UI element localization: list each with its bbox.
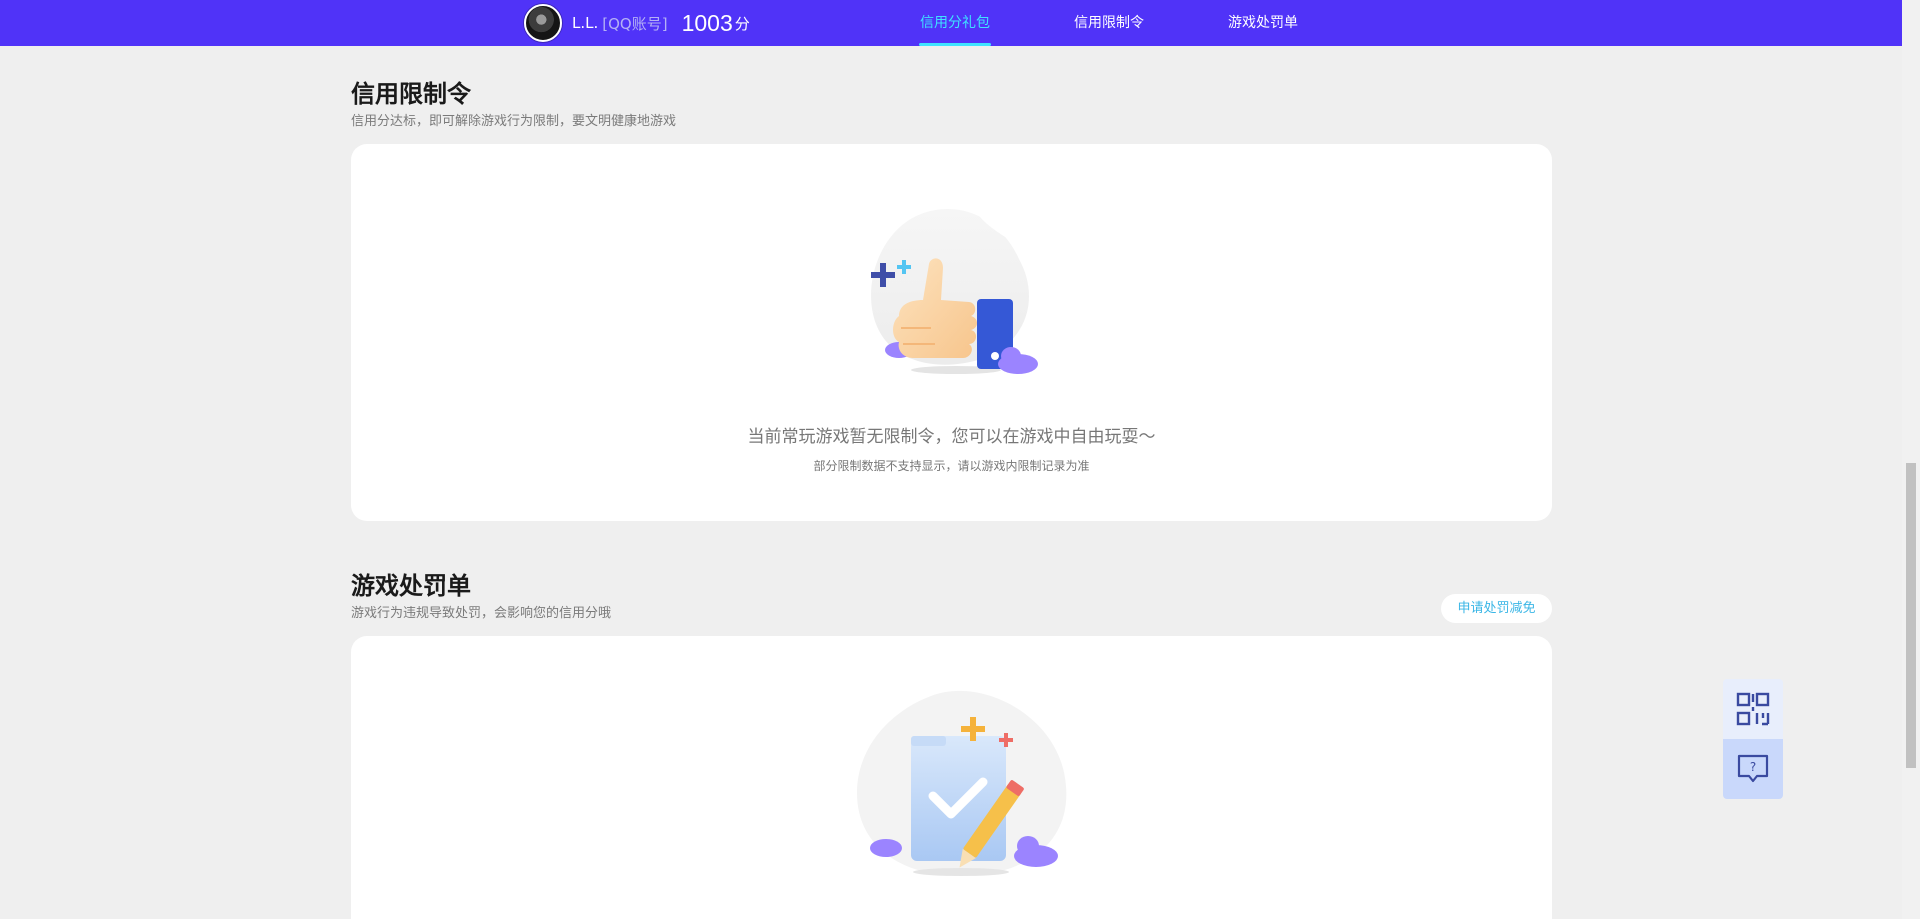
scrollbar-thumb[interactable]: [1906, 463, 1916, 768]
avatar[interactable]: [524, 4, 562, 42]
clipboard-pencil-illustration: [856, 690, 1067, 876]
restriction-empty-note: 部分限制数据不支持显示，请以游戏内限制记录为准: [813, 459, 1090, 473]
restriction-card: 当前常玩游戏暂无限制令，您可以在游戏中自由玩耍～ 部分限制数据不支持显示，请以游…: [351, 144, 1552, 521]
account-type: [QQ账号]: [602, 14, 668, 33]
qr-code-icon: [1736, 692, 1770, 726]
help-chat-icon: ?: [1737, 754, 1769, 783]
svg-text:?: ?: [1750, 760, 1756, 774]
restriction-empty-message: 当前常玩游戏暂无限制令，您可以在游戏中自由玩耍～: [747, 427, 1156, 447]
penalty-section-title: 游戏处罚单: [351, 572, 471, 600]
qr-code-button[interactable]: [1723, 679, 1783, 739]
thumbs-up-illustration: [871, 209, 1038, 374]
user-info: L.L. [QQ账号] 1003 分: [524, 4, 750, 42]
restriction-section-desc: 信用分达标，即可解除游戏行为限制，要文明健康地游戏: [351, 114, 677, 129]
apply-penalty-reduction-button[interactable]: 申请处罚减免: [1441, 594, 1552, 623]
nav-tab-restriction[interactable]: 信用限制令: [1073, 0, 1145, 46]
credit-score: 1003: [681, 9, 733, 36]
nav-tab-credit-gift[interactable]: 信用分礼包: [919, 0, 991, 46]
scrollbar-track[interactable]: [1902, 0, 1920, 919]
nav-tab-penalty[interactable]: 游戏处罚单: [1227, 0, 1299, 46]
user-name: L.L.: [572, 14, 599, 32]
top-bar: L.L. [QQ账号] 1003 分 信用分礼包 信用限制令 游戏处罚单: [0, 0, 1902, 46]
score-unit: 分: [734, 14, 750, 33]
penalty-section-desc: 游戏行为违规导致处罚，会影响您的信用分哦: [351, 606, 612, 621]
penalty-card: [351, 636, 1552, 919]
help-feedback-button[interactable]: ?: [1723, 739, 1783, 799]
restriction-section-title: 信用限制令: [351, 80, 471, 108]
